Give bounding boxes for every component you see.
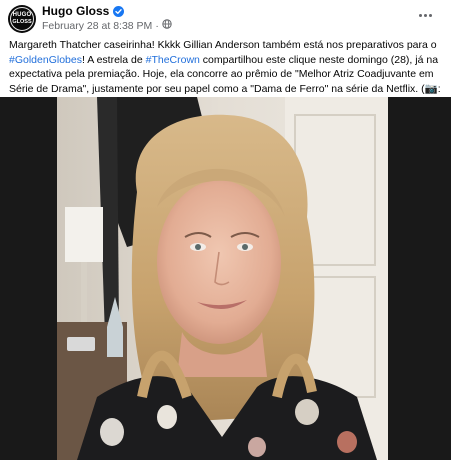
photo-frame <box>57 97 388 460</box>
post-header: HUGO GLOSS Hugo Gloss February 28 at 8:3… <box>0 0 451 34</box>
selfie-image <box>57 97 388 460</box>
page-name-link[interactable]: Hugo Gloss <box>42 4 109 18</box>
verified-badge-icon <box>113 5 125 17</box>
caption-text-1: Margareth Thatcher caseirinha! Kkkk Gill… <box>9 39 437 51</box>
avatar-logo-text-top: HUGO <box>12 12 32 18</box>
avatar-logo-text-bottom: GLOSS <box>12 19 32 25</box>
post-meta: February 28 at 8:38 PM · <box>42 19 172 32</box>
post-timestamp[interactable]: February 28 at 8:38 PM <box>42 20 152 32</box>
caption-text-2: ! A estrela de <box>81 53 146 66</box>
post-photo[interactable] <box>0 97 451 460</box>
globe-icon <box>162 19 172 32</box>
page-avatar[interactable]: HUGO GLOSS <box>8 5 36 33</box>
page-name-row: Hugo Gloss <box>42 4 125 18</box>
post-card: HUGO GLOSS Hugo Gloss February 28 at 8:3… <box>0 0 451 460</box>
hashtag-the-crown[interactable]: #TheCrown <box>146 54 200 66</box>
meta-separator: · <box>155 19 159 32</box>
hashtag-golden-globes[interactable]: #GoldenGlobes <box>9 54 82 66</box>
more-options-icon[interactable] <box>415 8 435 22</box>
